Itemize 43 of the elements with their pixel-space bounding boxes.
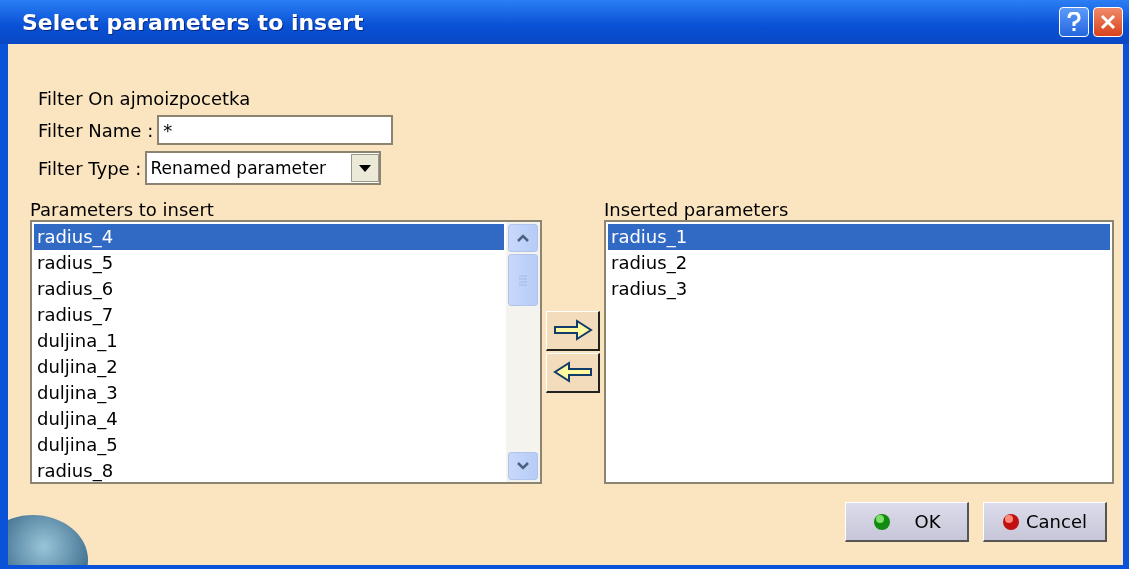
list-item[interactable]: duljina_5 bbox=[34, 432, 504, 458]
list-item[interactable]: radius_7 bbox=[34, 302, 504, 328]
chevron-up-icon bbox=[516, 233, 530, 243]
list-item[interactable]: radius_8 bbox=[34, 458, 504, 484]
list-item[interactable]: radius_1 bbox=[608, 224, 1110, 250]
scroll-up-button[interactable] bbox=[508, 224, 538, 252]
scrollbar[interactable] bbox=[506, 222, 540, 482]
list-label: Inserted parameters bbox=[604, 199, 790, 220]
list-item[interactable]: radius_2 bbox=[608, 250, 1110, 276]
filter-type-label: Filter Type : bbox=[38, 157, 142, 179]
list-item[interactable]: radius_4 bbox=[34, 224, 504, 250]
dropdown-button[interactable] bbox=[351, 154, 380, 182]
list-item[interactable]: duljina_4 bbox=[34, 406, 504, 432]
caret-icon bbox=[359, 164, 372, 172]
status-dot-icon bbox=[1002, 512, 1020, 531]
list-item[interactable]: duljina_1 bbox=[34, 328, 504, 354]
filter-on-label: Filter On ajmoizpocetka bbox=[38, 88, 252, 109]
list-item[interactable]: radius_6 bbox=[34, 276, 504, 302]
list-item[interactable]: duljina_2 bbox=[34, 354, 504, 380]
scroll-thumb[interactable] bbox=[508, 254, 538, 306]
window-title: Select parameters to insert bbox=[22, 9, 364, 35]
filter-name-label: Filter Name : bbox=[38, 119, 154, 141]
list-item[interactable]: duljina_3 bbox=[34, 380, 504, 406]
list-item[interactable]: radius_3 bbox=[608, 276, 1110, 302]
filter-name-field[interactable]: * bbox=[157, 115, 394, 145]
chevron-down-icon bbox=[516, 461, 530, 471]
parameter-list[interactable]: radius_4 radius_5 radius_6 radius_7 duljina_1 duljina_2 duljina_3 duljina_4 duljina_5 radius_8 bbox=[30, 220, 542, 484]
scroll-down-button[interactable] bbox=[508, 452, 538, 480]
list-item[interactable]: radius_5 bbox=[34, 250, 504, 276]
cancel-button[interactable]: Cancel bbox=[983, 502, 1107, 542]
ok-button[interactable]: OK bbox=[845, 502, 969, 542]
close-icon bbox=[1100, 14, 1116, 30]
remove-button[interactable] bbox=[546, 352, 600, 393]
left-arrow-icon bbox=[552, 361, 593, 383]
question-mark-icon bbox=[1067, 12, 1081, 32]
list-label: Parameters to insert bbox=[30, 199, 215, 220]
help-button[interactable] bbox=[1059, 7, 1089, 37]
parameter-list[interactable]: radius_1 radius_2 radius_3 bbox=[604, 220, 1114, 484]
status-dot-icon bbox=[872, 512, 891, 531]
filter-type-dropdown[interactable]: Renamed parameter bbox=[145, 151, 382, 185]
add-button[interactable] bbox=[546, 310, 600, 351]
close-button[interactable] bbox=[1093, 7, 1123, 37]
right-arrow-icon bbox=[552, 319, 593, 341]
